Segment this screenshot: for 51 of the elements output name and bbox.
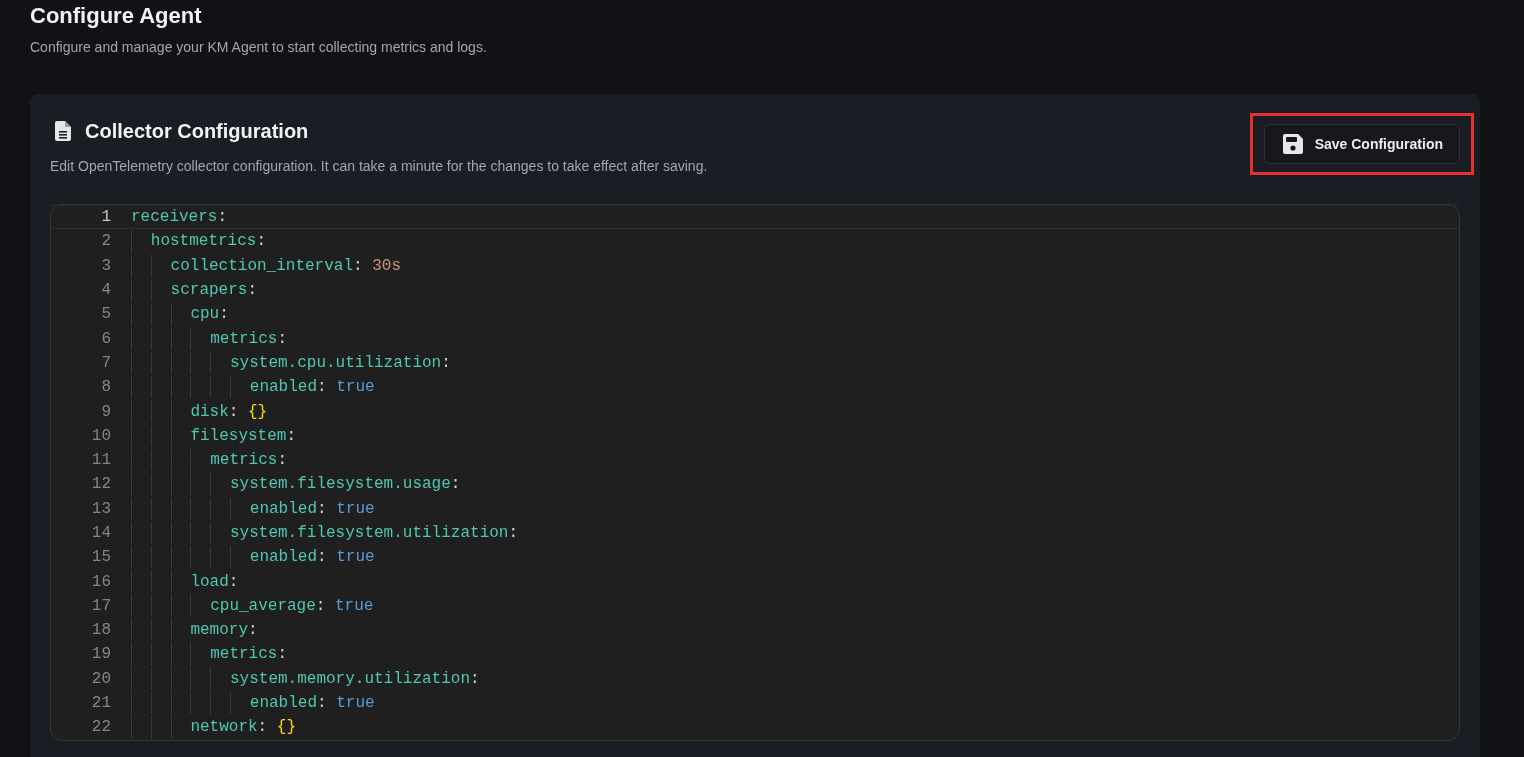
page-title: Configure Agent [30,2,203,30]
code-line: metrics: [131,643,287,666]
code-line: hostmetrics: [131,230,267,253]
code-line: metrics: [131,448,287,472]
line-number: 10 [91,426,111,445]
line-number: 22 [91,718,111,737]
line-number: 1 [101,208,111,227]
line-number: 2 [101,232,111,251]
code-line: scrapers: [131,278,257,302]
page-subtitle: Configure and manage your KM Agent to start collecting metrics and logs. [30,38,488,56]
line-number: 5 [101,305,111,324]
code-editor[interactable] [50,204,1460,741]
document-icon [55,121,71,141]
code-line: disk: {} [131,400,268,423]
line-number: 13 [91,499,111,518]
line-number: 8 [101,378,111,397]
line-number: 21 [91,694,111,713]
line-number: 20 [91,669,111,688]
save-button[interactable]: Save Configuration [1263,124,1460,164]
code-line: filesystem: [131,424,296,447]
code-line: enabled: true [131,546,375,569]
card-title: Collector Configuration [85,119,309,143]
line-number: 6 [101,329,111,348]
line-number: 19 [91,645,111,664]
line-number: 14 [91,524,111,542]
code-line: load: [131,570,239,593]
card-description: Edit OpenTelemetry collector configuration. It can take a minute for the changes to take effect after saving. [50,158,708,174]
code-line: enabled: true [131,376,375,399]
code-line: enabled: true [131,497,375,520]
code-line: memory: [131,619,258,642]
code-line: system.cpu.utilization: [131,351,451,375]
line-number: 16 [91,572,111,591]
code-line: enabled: true [131,691,375,715]
code-line: metrics: [131,327,287,350]
code-line: cpu_average: true [131,594,374,618]
code-line: system.filesystem.utilization: [131,521,519,545]
line-number: 11 [91,451,111,470]
code-line: network: {} [131,716,296,739]
code-line: collection_interval: 30s [131,254,402,277]
code-line: system.memory.utilization: [131,667,480,690]
line-number: 3 [101,256,111,275]
code-line: system.filesystem.usage: [131,473,461,496]
line-number: 7 [101,353,111,372]
line-number: 4 [101,281,111,300]
code-line: receivers: [131,207,228,229]
line-number: 18 [91,621,111,640]
line-number: 17 [91,596,111,615]
line-number: 9 [101,402,111,421]
code-line: cpu: [131,303,229,326]
line-number: 12 [91,475,111,494]
line-number: 15 [91,548,111,567]
